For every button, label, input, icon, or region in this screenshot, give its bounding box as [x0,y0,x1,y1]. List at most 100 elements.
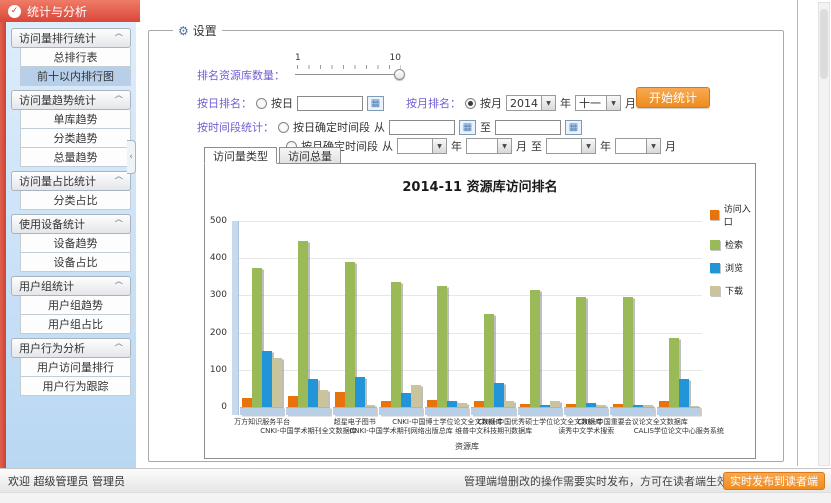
bar-group [424,221,470,415]
chevron-up-icon: ^ [113,176,125,186]
y-axis-tick-label: 400 [204,253,227,263]
chevron-down-icon: ▼ [646,139,660,153]
calendar-icon[interactable]: ▦ [459,120,476,135]
sidebar-section-label: 访问量趋势统计 [19,92,96,108]
monthly-radio-label[interactable]: 按月 [480,95,502,111]
sidebar-collapse-handle[interactable]: ‹ [127,140,136,174]
legend-swatch [710,240,720,250]
bar-检索 [669,338,679,407]
daily-radio[interactable] [256,98,267,109]
sidebar-section-label: 访问量排行统计 [19,30,96,46]
sidebar-section-header[interactable]: 访问量趋势统计^ [11,90,131,110]
legend-label: 访问入口 [724,202,755,228]
y-axis-tick-label: 0 [204,402,227,412]
period-month-row: 按月确定时间段 从 ▼ 年 ▼ 月 至 ▼ 年 ▼ 月 [286,138,676,154]
sidebar-item[interactable]: 总量趋势 [20,148,131,167]
floor-segment [471,407,514,415]
legend-item: 下载 [710,284,755,297]
floor-segment [425,407,468,415]
sidebar-section-label: 用户行为分析 [19,340,85,356]
legend-swatch [710,263,720,273]
slider-track[interactable] [295,74,403,75]
daily-date-input[interactable] [297,96,363,111]
bar-检索 [391,282,401,407]
legend-swatch [710,286,720,296]
floor-segment [657,407,700,415]
sidebar-item[interactable]: 用户访问量排行 [20,358,131,377]
sidebar-section-header[interactable]: 用户组统计^ [11,276,131,296]
chevron-down-icon: ▼ [541,96,555,110]
period-to-year-select[interactable]: ▼ [546,138,596,154]
monthly-rank-label: 按月排名： [406,95,461,111]
welcome-text: 欢迎 超级管理员 管理员 [8,473,125,489]
bottom-strip [0,492,831,503]
period-day-row: 按时间段统计： 按日确定时间段 从 ▦ 至 ▦ [197,119,582,135]
chevron-up-icon: ^ [113,343,125,353]
sidebar-section-header[interactable]: 使用设备统计^ [11,214,131,234]
sidebar-item[interactable]: 设备趋势 [20,234,131,253]
period-to-month-select[interactable]: ▼ [615,138,661,154]
publish-button[interactable]: 实时发布到读者端 [723,472,825,490]
bar-下载 [318,390,328,407]
sidebar-item[interactable]: 前十以内排行图 [20,67,131,86]
month-unit: 月 [516,138,527,154]
daily-radio-label[interactable]: 按日 [271,95,293,111]
period-day-from-input[interactable] [389,120,455,135]
legend-swatch [710,210,719,220]
tab-inactive[interactable]: 访问总量 [279,147,341,164]
month-select[interactable]: 十一▼ [575,95,621,111]
chart-tabs: 访问量类型访问总量 [204,147,341,164]
legend-label: 检索 [725,238,743,251]
calendar-icon[interactable]: ▦ [565,120,582,135]
chart-left-wall [232,221,239,415]
sidebar-item[interactable]: 总排行表 [20,48,131,67]
chart-plot-area: 0100200300400500 [232,221,702,415]
status-bar: 欢迎 超级管理员 管理员 管理端增删改的操作需要实时发布，方可在读者端生效！ 实… [0,468,831,492]
tab-active[interactable]: 访问量类型 [204,147,277,164]
chart-panel: 2014-11 资源库访问排名 0100200300400500 万方知识服务平… [204,163,756,459]
sidebar-item[interactable]: 设备占比 [20,253,131,272]
sidebar-item[interactable]: 分类占比 [20,191,131,210]
start-statistics-button[interactable]: 开始统计 [636,87,710,108]
bar-检索 [437,286,447,407]
to-label: 至 [531,138,542,154]
period-label: 按时间段统计： [197,119,274,135]
period-from-year-select[interactable]: ▼ [397,138,447,154]
scrollbar-thumb[interactable] [820,9,828,79]
bar-浏览 [401,393,411,407]
monthly-radio[interactable] [465,98,476,109]
settings-title: 设置 [193,22,217,39]
sidebar-section-header[interactable]: 访问量占比统计^ [11,171,131,191]
sidebar-item[interactable]: 用户组占比 [20,315,131,334]
sidebar-item[interactable]: 分类趋势 [20,129,131,148]
month-unit: 月 [625,95,636,111]
sidebar-section-header[interactable]: 用户行为分析 ^ [11,338,131,358]
sidebar-item[interactable]: 用户行为跟踪 [20,377,131,396]
sidebar-section-header[interactable]: 访问量排行统计^ [11,28,131,48]
vertical-scrollbar[interactable] [818,2,830,466]
slider-max-label: 10 [390,53,401,63]
bar-访问入口 [242,398,252,407]
calendar-icon[interactable]: ▦ [367,96,384,111]
bar-group [239,221,285,415]
slider-handle[interactable] [394,69,405,80]
period-from-month-select[interactable]: ▼ [466,138,512,154]
year-select[interactable]: 2014▼ [506,95,556,111]
bar-浏览 [355,377,365,407]
sidebar-item[interactable]: 用户组趋势 [20,296,131,315]
bar-group [285,221,331,415]
period-day-to-input[interactable] [495,120,561,135]
chevron-down-icon: ▼ [432,139,446,153]
period-day-radio[interactable] [278,122,289,133]
period-day-radio-label[interactable]: 按日确定时间段 [293,119,370,135]
month-unit: 月 [665,138,676,154]
y-axis-tick-label: 200 [204,328,227,338]
sidebar-item[interactable]: 单库趋势 [20,110,131,129]
rank-by-date-row: 按日排名： 按日 ▦ 按月排名： 按月 2014▼ 年 十一▼ 月 [197,95,636,111]
rank-count-slider[interactable]: 1 10 [295,53,403,83]
to-label: 至 [480,119,491,135]
x-axis-labels: 万方知识服务平台CNKI-中国学术期刊全文数据库超星电子图书CNKI-中国学术期… [205,415,756,441]
bar-检索 [252,268,262,408]
settings-panel: ⚙ 设置 排名资源库数量： 1 10 按日排名： 按日 ▦ 按月排名： 按月 2… [148,22,784,462]
slider-min-label: 1 [295,53,301,63]
